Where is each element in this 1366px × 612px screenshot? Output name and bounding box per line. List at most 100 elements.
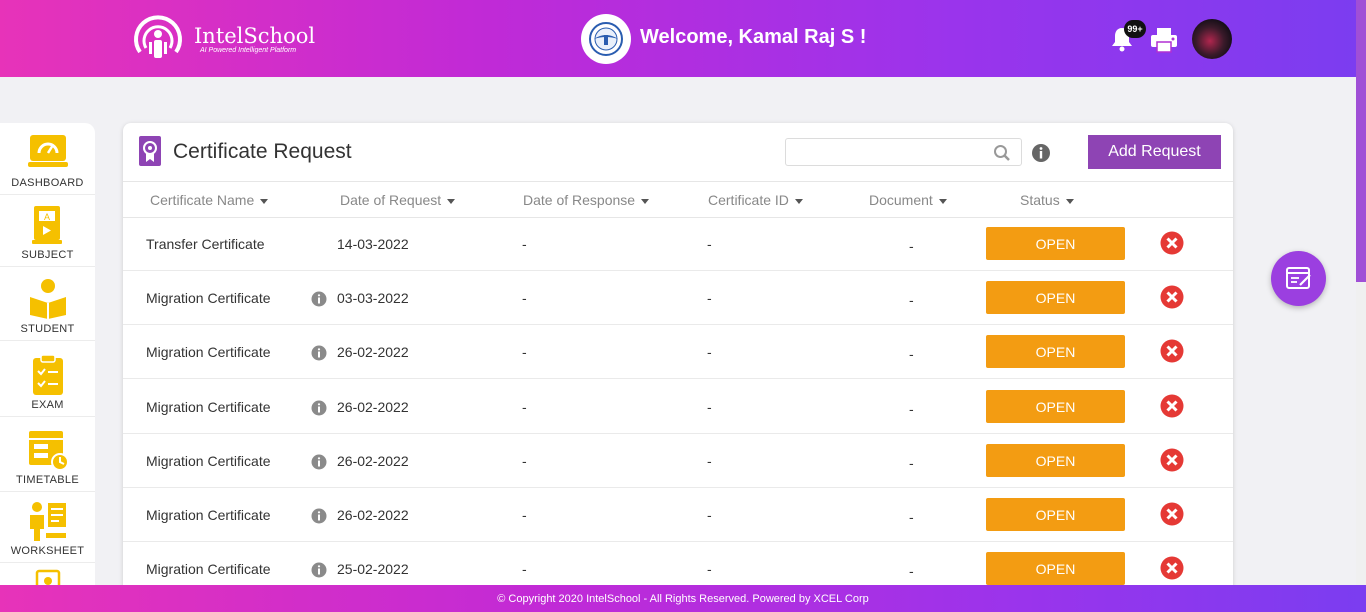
info-icon[interactable] — [311, 454, 327, 470]
page-scrollbar[interactable] — [1356, 0, 1366, 612]
sidebar-item-subject[interactable]: A SUBJECT — [0, 195, 95, 267]
certificate-name: Migration Certificate — [146, 399, 271, 415]
footer: © Copyright 2020 IntelSchool - All Right… — [0, 585, 1366, 612]
certificate-id: - — [707, 290, 712, 306]
timetable-icon — [28, 431, 69, 471]
sidebar-item-label: STUDENT — [20, 323, 75, 335]
column-header-date-of-response[interactable]: Date of Response — [523, 192, 650, 208]
date-of-request: 26-02-2022 — [337, 453, 409, 469]
table-row[interactable]: Migration Certificate 26-02-2022 - - - OPEN — [123, 380, 1233, 434]
column-header-certificate-id[interactable]: Certificate ID — [708, 192, 803, 208]
status-open-button[interactable]: OPEN — [986, 390, 1125, 423]
certificate-name: Migration Certificate — [146, 561, 271, 577]
sidebar-item-label: WORKSHEET — [10, 545, 85, 557]
table-row[interactable]: Transfer Certificate 14-03-2022 - - - OPEN — [123, 217, 1233, 271]
date-of-response: - — [522, 453, 527, 469]
date-of-response: - — [522, 507, 527, 523]
delete-request-icon[interactable] — [1160, 231, 1184, 255]
certificate-name: Migration Certificate — [146, 507, 271, 523]
column-header-status[interactable]: Status — [1020, 192, 1074, 208]
notification-count-badge: 99+ — [1124, 20, 1146, 38]
certificate-name: Migration Certificate — [146, 344, 271, 360]
printer-icon[interactable] — [1150, 26, 1178, 54]
add-request-button[interactable]: Add Request — [1088, 135, 1221, 169]
certificate-name: Transfer Certificate — [146, 236, 265, 252]
status-open-button[interactable]: OPEN — [986, 281, 1125, 314]
info-icon[interactable] — [1031, 143, 1051, 163]
table-row[interactable]: Migration Certificate 03-03-2022 - - - OPEN — [123, 271, 1233, 325]
sidebar-item-timetable[interactable]: TIMETABLE — [0, 417, 95, 492]
certificate-name: Migration Certificate — [146, 290, 271, 306]
table-row[interactable]: Migration Certificate 26-02-2022 - - - OPEN — [123, 325, 1233, 379]
date-of-request: 14-03-2022 — [337, 236, 409, 252]
school-emblem — [581, 14, 631, 64]
sidebar-item-label: TIMETABLE — [15, 474, 79, 486]
delete-request-icon[interactable] — [1160, 394, 1184, 418]
sort-caret-icon — [447, 198, 456, 204]
school-emblem-icon — [589, 22, 623, 56]
date-of-request: 03-03-2022 — [337, 290, 409, 306]
document: - — [909, 346, 914, 362]
delete-request-icon[interactable] — [1160, 502, 1184, 526]
column-header-date-of-request[interactable]: Date of Request — [340, 192, 456, 208]
delete-request-icon[interactable] — [1160, 556, 1184, 580]
status-open-button[interactable]: OPEN — [986, 552, 1125, 585]
certificate-id: - — [707, 399, 712, 415]
date-of-response: - — [522, 236, 527, 252]
info-icon[interactable] — [311, 345, 327, 361]
status-open-button[interactable]: OPEN — [986, 498, 1125, 531]
scrollbar-thumb[interactable] — [1356, 0, 1366, 282]
column-header-document[interactable]: Document — [869, 192, 947, 208]
student-reading-icon — [29, 279, 66, 319]
document: - — [909, 509, 914, 525]
date-of-request: 26-02-2022 — [337, 399, 409, 415]
top-header: IntelSchool AI Powered Intelligent Platf… — [0, 0, 1366, 77]
status-open-button[interactable]: OPEN — [986, 335, 1125, 368]
info-icon[interactable] — [311, 291, 327, 307]
search-icon[interactable] — [993, 144, 1011, 162]
status-open-button[interactable]: OPEN — [986, 227, 1125, 260]
delete-request-icon[interactable] — [1160, 448, 1184, 472]
dashboard-icon — [27, 135, 68, 167]
app-name: IntelSchool — [194, 23, 316, 48]
sidebar-item-label: DASHBOARD — [11, 177, 84, 189]
user-avatar[interactable] — [1192, 19, 1232, 59]
table-header: Certificate Name Date of Request Date of… — [123, 181, 1233, 218]
exam-clipboard-icon — [32, 354, 63, 395]
date-of-response: - — [522, 344, 527, 360]
sort-caret-icon — [794, 198, 803, 204]
status-open-button[interactable]: OPEN — [986, 444, 1125, 477]
welcome-message: Welcome, Kamal Raj S ! — [640, 26, 867, 48]
certificate-id: - — [707, 453, 712, 469]
sidebar-item-worksheet[interactable]: WORKSHEET — [0, 492, 95, 563]
table-row[interactable]: Migration Certificate 26-02-2022 - - - OPEN — [123, 488, 1233, 542]
sidebar-item-label: EXAM — [31, 399, 64, 411]
svg-text:A: A — [43, 212, 49, 222]
date-of-request: 26-02-2022 — [337, 507, 409, 523]
sidebar-item-dashboard[interactable]: DASHBOARD — [0, 123, 95, 195]
info-icon[interactable] — [311, 562, 327, 578]
page-title: Certificate Request — [173, 140, 352, 163]
delete-request-icon[interactable] — [1160, 285, 1184, 309]
column-header-certificate-name[interactable]: Certificate Name — [150, 192, 269, 208]
document: - — [909, 292, 914, 308]
sidebar: DASHBOARD A SUBJECT STUDENT EXAM TIMETAB… — [0, 123, 95, 593]
certificate-id: - — [707, 236, 712, 252]
table-row[interactable]: Migration Certificate 26-02-2022 - - - OPEN — [123, 434, 1233, 488]
certificate-request-card: Certificate Request Add Request Certific… — [123, 123, 1233, 593]
sidebar-item-student[interactable]: STUDENT — [0, 267, 95, 341]
floating-notes-button[interactable] — [1271, 251, 1326, 306]
logo-mark-icon — [134, 15, 182, 58]
info-icon[interactable] — [311, 508, 327, 524]
sidebar-item-exam[interactable]: EXAM — [0, 341, 95, 417]
sort-caret-icon — [938, 198, 947, 204]
info-icon[interactable] — [311, 400, 327, 416]
sort-caret-icon — [641, 198, 650, 204]
search-input[interactable] — [785, 138, 1022, 166]
sort-caret-icon — [260, 198, 269, 204]
delete-request-icon[interactable] — [1160, 339, 1184, 363]
date-of-response: - — [522, 290, 527, 306]
intelschool-logo[interactable]: IntelSchool AI Powered Intelligent Platf… — [128, 12, 315, 66]
worksheet-icon — [29, 502, 66, 541]
certificate-id: - — [707, 344, 712, 360]
